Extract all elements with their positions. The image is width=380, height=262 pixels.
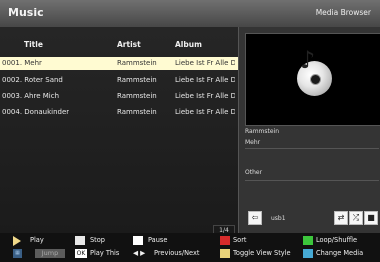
column-header-album: Album [175, 40, 202, 49]
divider [245, 180, 379, 181]
track-artist: Rammstein [117, 92, 157, 100]
legend-stop: Stop [90, 236, 105, 244]
disc-hole [310, 74, 321, 85]
preview-panel: ♪ Rammstein Mehr Other ⇦ usb1 ⇄ ⤮ ■ [238, 27, 380, 233]
track-row[interactable]: 0001. Mehr Rammstein Liebe Ist Fr Alle D… [0, 57, 238, 70]
green-key-icon [303, 236, 313, 245]
playback-controls: ⇦ usb1 ⇄ ⤮ ■ [239, 205, 380, 233]
track-row[interactable]: 0003. Ahre Mich Rammstein Liebe Ist Fr A… [0, 90, 238, 103]
column-header-artist: Artist [117, 40, 141, 49]
now-artist: Rammstein [245, 128, 280, 135]
source-label: usb1 [271, 215, 286, 222]
stop-square-icon[interactable]: ■ [364, 211, 378, 225]
blue-key-icon [303, 249, 313, 258]
number-keys-icon: ▦ [13, 249, 22, 258]
album-art: ♪ [245, 33, 380, 126]
ok-key-icon: OK [75, 249, 87, 258]
track-artist: Rammstein [117, 108, 157, 116]
title-bar: Music Media Browser [0, 0, 380, 28]
track-list-panel: Title Artist Album 0001. Mehr Rammstein … [0, 27, 238, 236]
legend-jump: Jump [35, 249, 65, 258]
divider [245, 148, 379, 149]
legend-change-media: Change Media [316, 249, 364, 257]
track-row[interactable]: 0004. Donaukinder Rammstein Liebe Ist Fr… [0, 106, 238, 119]
mode-label: Media Browser [315, 8, 371, 17]
track-title: 0004. Donaukinder [2, 108, 70, 116]
yellow-key-icon [220, 249, 230, 258]
legend-loop-shuffle: Loop/Shuffle [316, 236, 358, 244]
legend-sort: Sort [233, 236, 247, 244]
legend-prev-next: Previous/Next [154, 249, 200, 257]
legend-play: Play [30, 236, 44, 244]
now-track: Mehr [245, 139, 261, 146]
track-album: Liebe Ist Fr Alle D... [175, 92, 235, 100]
repeat-icon[interactable]: ⇄ [334, 211, 348, 225]
track-title: 0002. Roter Sand [2, 76, 63, 84]
media-browser-screen: Music Media Browser Title Artist Album 0… [0, 0, 380, 262]
other-label: Other [245, 169, 263, 176]
legend-toggle-view: Toggle View Style [233, 249, 291, 257]
music-note-icon: ♪ [300, 46, 316, 74]
legend-play-this: Play This [90, 249, 120, 257]
track-title: 0003. Ahre Mich [2, 92, 60, 100]
track-album: Liebe Ist Fr Alle D... [175, 108, 235, 116]
track-row[interactable]: 0002. Roter Sand Rammstein Liebe Ist Fr … [0, 74, 238, 87]
pause-icon [133, 236, 143, 245]
legend-pause: Pause [148, 236, 168, 244]
shuffle-icon[interactable]: ⤮ [349, 211, 363, 225]
track-artist: Rammstein [117, 76, 157, 84]
back-icon[interactable]: ⇦ [248, 211, 262, 225]
stop-icon [75, 236, 85, 245]
column-header-title: Title [24, 40, 43, 49]
track-album: Liebe Ist Fr Alle D... [175, 59, 235, 67]
app-title: Music [8, 6, 44, 19]
track-artist: Rammstein [117, 59, 157, 67]
key-legend: Play Stop Pause Sort Loop/Shuffle ▦ Jump… [0, 233, 380, 262]
prev-next-arrows-icon: ◀ ▶ [133, 249, 146, 257]
track-title: 0001. Mehr [2, 59, 42, 67]
red-key-icon [220, 236, 230, 245]
track-album: Liebe Ist Fr Alle D... [175, 76, 235, 84]
play-icon [13, 236, 21, 246]
